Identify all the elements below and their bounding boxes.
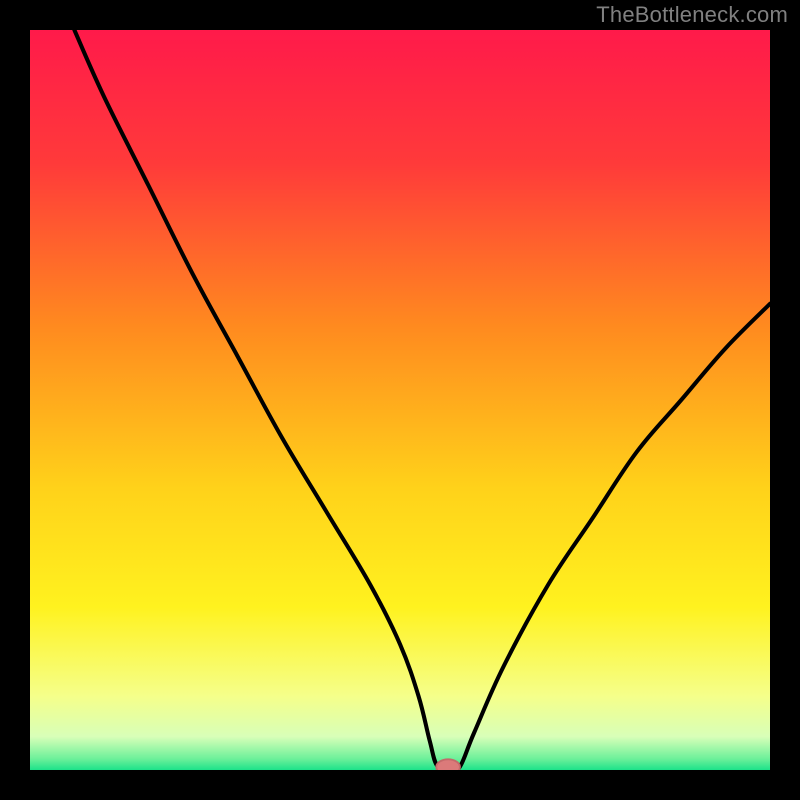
optimal-marker <box>436 759 460 770</box>
chart-svg <box>30 30 770 770</box>
chart-frame: TheBottleneck.com <box>0 0 800 800</box>
gradient-background <box>30 30 770 770</box>
watermark-text: TheBottleneck.com <box>596 2 788 28</box>
plot-area <box>30 30 770 770</box>
